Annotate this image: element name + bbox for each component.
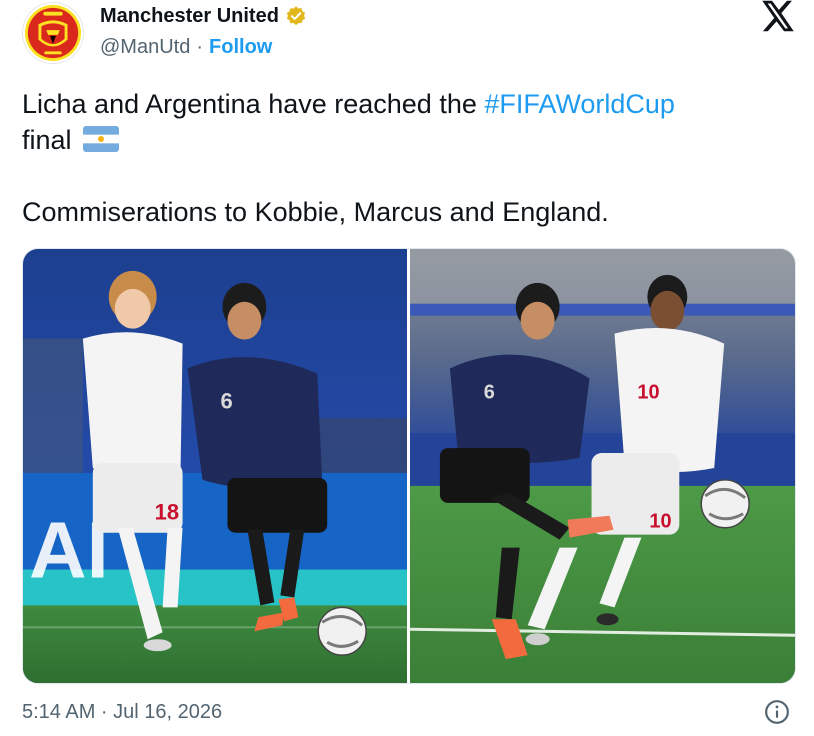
verified-badge-icon [286,6,306,26]
argentina-flag-icon [83,126,120,152]
svg-text:10: 10 [649,511,671,533]
football-match-photo-right: 10 10 6 [410,249,795,683]
account-name-row[interactable]: Manchester United [100,3,307,29]
media-grid[interactable]: AI 18 6 10 10 6 [22,248,796,684]
svg-text:6: 6 [484,381,495,403]
svg-text:10: 10 [637,381,659,403]
man-utd-crest-icon [24,4,82,62]
timestamp[interactable]: 5:14 AM · Jul 16, 2026 [22,701,222,724]
display-name[interactable]: Manchester United [100,5,279,28]
x-logo-icon[interactable] [760,0,796,32]
follow-button[interactable]: Follow [209,36,272,59]
info-circle-icon[interactable] [764,699,790,725]
tweet-text-line-1: Licha and Argentina have reached the [22,89,485,119]
avatar[interactable] [22,2,84,64]
svg-text:6: 6 [220,388,232,413]
photo-left[interactable]: AI 18 6 [23,249,407,683]
football-match-photo-left: AI 18 6 [23,249,407,683]
handle[interactable]: @ManUtd [100,36,190,59]
tweet-text-line-2: final [22,125,72,155]
separator: · [196,36,204,58]
hashtag-link[interactable]: #FIFAWorldCup [484,89,675,119]
handle-row: @ManUtd · Follow [100,36,272,59]
photo-right[interactable]: 10 10 6 [410,249,795,683]
tweet-text: Licha and Argentina have reached the #FI… [22,86,792,230]
tweet-text-line-3: Commiserations to Kobbie, Marcus and Eng… [22,197,609,227]
svg-text:18: 18 [155,500,179,525]
